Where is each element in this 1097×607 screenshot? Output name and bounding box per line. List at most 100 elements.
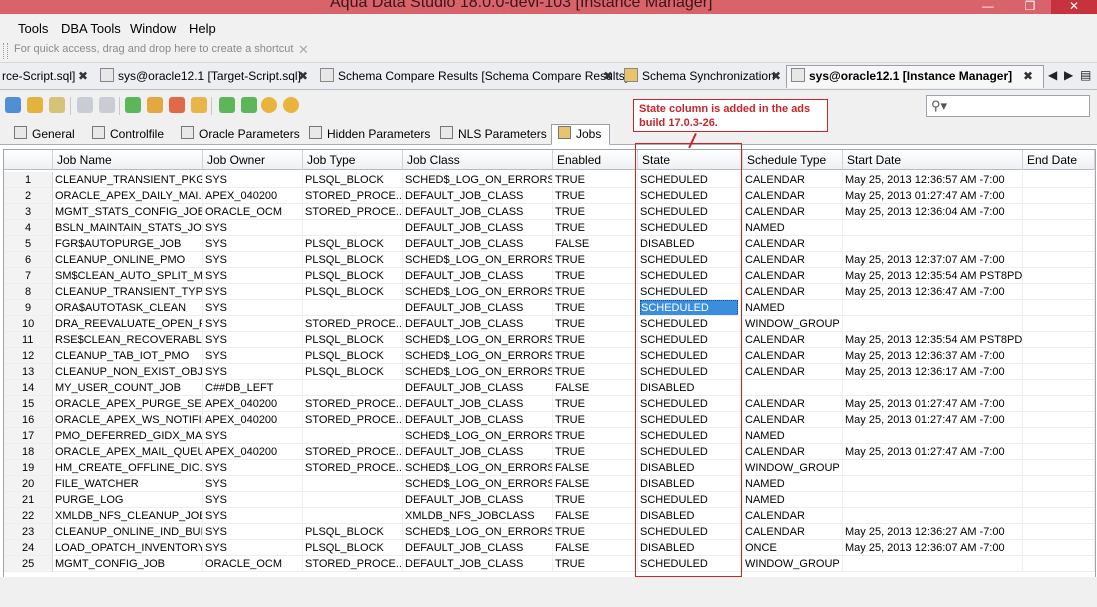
column-header-state[interactable]: State <box>638 150 743 170</box>
cell-state[interactable]: DISABLED <box>638 460 743 476</box>
cell-enabled[interactable]: TRUE <box>553 300 638 316</box>
cell-job-name[interactable]: BSLN_MAINTAIN_STATS_JOB <box>53 220 203 236</box>
cell-state[interactable]: SCHEDULED <box>638 348 743 364</box>
delete-job-icon[interactable] <box>169 97 185 113</box>
cell-end-date[interactable] <box>1023 540 1095 556</box>
cell-schedule-type[interactable]: CALENDAR <box>743 172 843 188</box>
column-header-job-owner[interactable]: Job Owner <box>203 150 303 170</box>
cell-job-type[interactable] <box>303 428 403 444</box>
cell-start-date[interactable] <box>843 300 1023 316</box>
tab-controlfile[interactable]: Controlfile <box>92 125 164 144</box>
cell-end-date[interactable] <box>1023 556 1095 572</box>
copy-job-icon[interactable] <box>191 97 207 113</box>
cell-enabled[interactable]: TRUE <box>553 492 638 508</box>
cell-job-type[interactable]: PLSQL_BLOCK <box>303 268 403 284</box>
cell-state[interactable]: SCHEDULED <box>638 444 743 460</box>
doc-tab-schema-compare-results[interactable]: Schema Compare Results [Schema Compare R… <box>320 66 628 88</box>
cell-start-date[interactable]: May 25, 2013 01:27:47 AM -7:00 <box>843 188 1023 204</box>
close-tab-icon[interactable]: ✖ <box>603 66 613 86</box>
cell-schedule-type[interactable]: CALENDAR <box>743 252 843 268</box>
disable-job-icon[interactable] <box>261 97 277 113</box>
find-icon[interactable] <box>77 97 93 113</box>
cell-end-date[interactable] <box>1023 172 1095 188</box>
cell-job-owner[interactable]: SYS <box>203 540 303 556</box>
cell-job-type[interactable]: PLSQL_BLOCK <box>303 172 403 188</box>
cell-enabled[interactable]: TRUE <box>553 524 638 540</box>
cell-job-class[interactable]: SCHED$_LOG_ON_ERRORS... <box>403 332 553 348</box>
minimize-button[interactable]: — <box>968 0 1008 14</box>
cell-enabled[interactable]: FALSE <box>553 476 638 492</box>
cell-job-type[interactable]: PLSQL_BLOCK <box>303 284 403 300</box>
cell-job-class[interactable]: DEFAULT_JOB_CLASS <box>403 220 553 236</box>
cell-job-owner[interactable]: SYS <box>203 268 303 284</box>
cell-row-number[interactable]: 18 <box>4 444 53 460</box>
cell-end-date[interactable] <box>1023 460 1095 476</box>
cell-end-date[interactable] <box>1023 476 1095 492</box>
cell-start-date[interactable]: May 25, 2013 12:36:37 AM -7:00 <box>843 348 1023 364</box>
cell-enabled[interactable]: TRUE <box>553 428 638 444</box>
cell-job-name[interactable]: DRA_REEVALUATE_OPEN_F... <box>53 316 203 332</box>
table-row[interactable]: 17 PMO_DEFERRED_GIDX_MAI... SYS SCHED$_LOG_… <box>4 428 1095 444</box>
cell-job-class[interactable]: SCHED$_LOG_ON_ERRORS... <box>403 252 553 268</box>
cell-end-date[interactable] <box>1023 364 1095 380</box>
cell-schedule-type[interactable]: WINDOW_GROUP <box>743 460 843 476</box>
column-header-row-number[interactable] <box>4 150 53 170</box>
cell-job-name[interactable]: ORACLE_APEX_WS_NOTIFI... <box>53 412 203 428</box>
find-next-icon[interactable] <box>99 97 115 113</box>
cell-job-owner[interactable]: SYS <box>203 508 303 524</box>
cell-start-date[interactable]: May 25, 2013 12:36:27 AM -7:00 <box>843 524 1023 540</box>
cell-end-date[interactable] <box>1023 188 1095 204</box>
stop-job-icon[interactable] <box>283 97 299 113</box>
cell-job-owner[interactable]: SYS <box>203 236 303 252</box>
drag-handle-icon[interactable] <box>3 43 8 59</box>
cell-job-type[interactable] <box>303 476 403 492</box>
cell-enabled[interactable]: TRUE <box>553 268 638 284</box>
cell-state[interactable]: DISABLED <box>638 540 743 556</box>
cell-job-name[interactable]: CLEANUP_NON_EXIST_OBJ <box>53 364 203 380</box>
cell-end-date[interactable] <box>1023 380 1095 396</box>
cell-enabled[interactable]: TRUE <box>553 396 638 412</box>
cell-enabled[interactable]: TRUE <box>553 316 638 332</box>
column-header-end-date[interactable]: End Date <box>1023 150 1095 170</box>
cell-job-owner[interactable]: SYS <box>203 316 303 332</box>
cell-start-date[interactable]: May 25, 2013 12:36:07 AM -7:00 <box>843 540 1023 556</box>
cell-job-name[interactable]: MY_USER_COUNT_JOB <box>53 380 203 396</box>
cell-row-number[interactable]: 12 <box>4 348 53 364</box>
table-row[interactable]: 9 ORA$AUTOTASK_CLEAN SYS DEFAULT_JOB_CLASS T… <box>4 300 1095 316</box>
cell-schedule-type[interactable]: CALENDAR <box>743 444 843 460</box>
tab-jobs[interactable]: Jobs <box>551 124 611 145</box>
cell-job-type[interactable]: STORED_PROCE... <box>303 460 403 476</box>
cell-start-date[interactable]: May 25, 2013 12:36:57 AM -7:00 <box>843 172 1023 188</box>
doc-tab-source-script[interactable]: rce-Script.sql] ✖ <box>2 66 88 88</box>
cell-enabled[interactable]: FALSE <box>553 236 638 252</box>
tab-oracle-parameters[interactable]: Oracle Parameters <box>181 125 300 144</box>
cell-row-number[interactable]: 20 <box>4 476 53 492</box>
cell-enabled[interactable]: TRUE <box>553 412 638 428</box>
cell-schedule-type[interactable]: NAMED <box>743 220 843 236</box>
cell-job-name[interactable]: PURGE_LOG <box>53 492 203 508</box>
cell-job-name[interactable]: LOAD_OPATCH_INVENTORY <box>53 540 203 556</box>
run-job-icon[interactable] <box>219 97 235 113</box>
cell-job-name[interactable]: ORACLE_APEX_PURGE_SES... <box>53 396 203 412</box>
cell-state[interactable]: SCHEDULED <box>638 524 743 540</box>
cell-end-date[interactable] <box>1023 236 1095 252</box>
table-row[interactable]: 2 ORACLE_APEX_DAILY_MAI... APEX_040200 STOR… <box>4 188 1095 204</box>
table-row[interactable]: 7 SM$CLEAN_AUTO_SPLIT_M... SYS PLSQL_BLOCK D… <box>4 268 1095 284</box>
cell-row-number[interactable]: 14 <box>4 380 53 396</box>
cell-end-date[interactable] <box>1023 252 1095 268</box>
cell-job-type[interactable]: STORED_PROCE... <box>303 444 403 460</box>
table-row[interactable]: 6 CLEANUP_ONLINE_PMO SYS PLSQL_BLOCK SCHED$_… <box>4 252 1095 268</box>
doc-tab-instance-manager[interactable]: sys@oracle12.1 [Instance Manager] ✖ <box>786 65 1044 88</box>
cell-row-number[interactable]: 6 <box>4 252 53 268</box>
cell-enabled[interactable]: TRUE <box>553 364 638 380</box>
cell-start-date[interactable] <box>843 316 1023 332</box>
cell-row-number[interactable]: 10 <box>4 316 53 332</box>
cell-schedule-type[interactable]: CALENDAR <box>743 364 843 380</box>
table-row[interactable]: 10 DRA_REEVALUATE_OPEN_F... SYS STORED_PROC… <box>4 316 1095 332</box>
cell-job-owner[interactable]: ORACLE_OCM <box>203 204 303 220</box>
cell-end-date[interactable] <box>1023 428 1095 444</box>
cell-row-number[interactable]: 22 <box>4 508 53 524</box>
cell-job-class[interactable]: DEFAULT_JOB_CLASS <box>403 188 553 204</box>
cell-job-class[interactable]: DEFAULT_JOB_CLASS <box>403 412 553 428</box>
table-row[interactable]: 11 RSE$CLEAN_RECOVERABLE... SYS PLSQL_BLOCK… <box>4 332 1095 348</box>
